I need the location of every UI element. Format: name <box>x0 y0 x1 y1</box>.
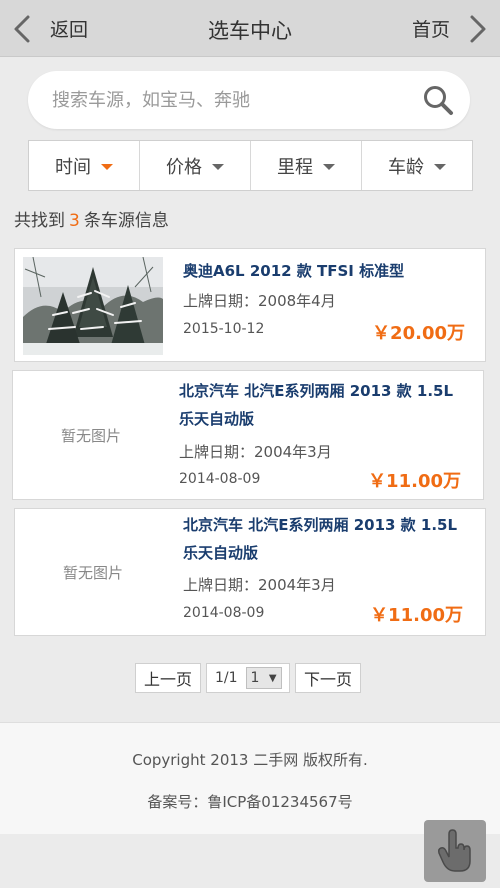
home-button[interactable]: 首页 <box>412 15 450 42</box>
no-image-placeholder: 暂无图片 <box>60 426 121 445</box>
listing-card[interactable]: 暂无图片 北京汽车 北汽E系列两厢 2013 款 1.5L 乐天自动版 上牌日期… <box>12 370 484 500</box>
assistive-touch-button[interactable] <box>424 820 486 882</box>
sort-bar: 时间 价格 里程 车龄 <box>28 140 473 191</box>
sort-label: 价格 <box>166 156 202 178</box>
post-date: 2014-08-09 <box>183 605 265 621</box>
listing-title[interactable]: 北京汽车 北汽E系列两厢 2013 款 1.5L 乐天自动版 <box>183 511 483 567</box>
sort-label: 车龄 <box>388 156 424 178</box>
next-page-button[interactable]: 下一页 <box>295 663 361 693</box>
result-prefix: 共找到 <box>14 211 65 231</box>
pagination: 上一页 1/1 1 ▼ 下一页 <box>0 663 500 693</box>
sort-by-age[interactable]: 车龄 <box>362 141 472 190</box>
result-suffix: 条车源信息 <box>83 211 169 231</box>
listing-price: ￥11.00万 <box>368 471 461 492</box>
registration-date: 上牌日期：2004年3月 <box>179 443 332 461</box>
result-count: 共找到 3 条车源信息 <box>14 206 169 231</box>
chevron-right-icon[interactable] <box>464 14 490 44</box>
registration-date: 上牌日期：2008年4月 <box>183 292 336 310</box>
search-box <box>28 71 470 129</box>
page-select[interactable]: 1 ▼ <box>245 667 282 689</box>
sort-by-mileage[interactable]: 里程 <box>251 141 362 190</box>
listing-title[interactable]: 奥迪A6L 2012 款 TFSI 标准型 <box>183 257 404 285</box>
dropdown-arrow-icon: ▼ <box>268 672 277 684</box>
search-input[interactable] <box>52 71 422 129</box>
footer: Copyright 2013 二手网 版权所有. 备案号：鲁ICP备012345… <box>0 722 500 834</box>
listing-title-line: 乐天自动版 <box>179 410 255 428</box>
caret-down-icon <box>323 164 335 170</box>
caret-down-icon <box>212 164 224 170</box>
icp-text: 备案号：鲁ICP备01234567号 <box>147 793 353 811</box>
page-select-value: 1 <box>250 670 260 686</box>
post-date: 2014-08-09 <box>179 471 261 487</box>
page-info: 1/1 1 ▼ <box>206 663 290 693</box>
caret-down-icon <box>101 164 113 170</box>
search-icon[interactable] <box>422 84 454 116</box>
listing-title[interactable]: 北京汽车 北汽E系列两厢 2013 款 1.5L 乐天自动版 <box>179 377 479 433</box>
sort-label: 里程 <box>277 156 313 178</box>
no-image-placeholder: 暂无图片 <box>62 563 123 582</box>
listing-title-line: 北京汽车 北汽E系列两厢 2013 款 1.5L <box>183 516 458 534</box>
sort-by-price[interactable]: 价格 <box>140 141 251 190</box>
listing-card[interactable]: 奥迪A6L 2012 款 TFSI 标准型 上牌日期：2008年4月 2015-… <box>14 248 486 362</box>
sort-label: 时间 <box>55 156 91 178</box>
listing-card[interactable]: 暂无图片 北京汽车 北汽E系列两厢 2013 款 1.5L 乐天自动版 上牌日期… <box>14 508 486 636</box>
listing-price: ￥11.00万 <box>370 605 463 626</box>
listing-title-line: 北京汽车 北汽E系列两厢 2013 款 1.5L <box>179 382 454 400</box>
listing-title-line: 乐天自动版 <box>183 544 259 562</box>
hand-pointer-icon <box>438 829 471 872</box>
car-photo[interactable] <box>23 257 163 355</box>
post-date: 2015-10-12 <box>183 321 265 337</box>
prev-page-button[interactable]: 上一页 <box>135 663 201 693</box>
page-count: 1/1 <box>215 670 238 686</box>
listing-price: ￥20.00万 <box>372 323 465 344</box>
result-number: 3 <box>69 211 80 231</box>
registration-date: 上牌日期：2004年3月 <box>183 576 336 594</box>
top-bar: 返回 选车中心 首页 <box>0 0 500 57</box>
sort-by-time[interactable]: 时间 <box>29 141 140 190</box>
copyright-text: Copyright 2013 二手网 版权所有. <box>132 751 368 769</box>
caret-down-icon <box>434 164 446 170</box>
